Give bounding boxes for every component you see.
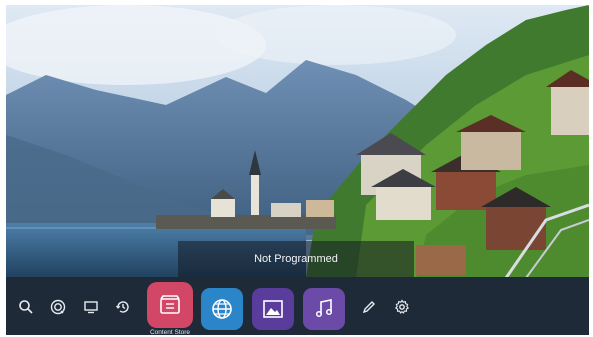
music-tile[interactable] — [303, 288, 345, 330]
live-tv-button[interactable] — [48, 297, 68, 317]
landscape-illustration — [6, 5, 589, 278]
photo-video-tile[interactable] — [252, 288, 294, 330]
web-browser-tile[interactable] — [201, 288, 243, 330]
content-store-label: Content Store — [149, 329, 191, 336]
history-icon — [116, 301, 129, 313]
content-store-tile[interactable] — [147, 282, 193, 328]
pencil-icon — [362, 301, 375, 314]
launcher-bar: Content Store — [6, 277, 589, 336]
monitor-icon — [84, 301, 98, 314]
channel-status-banner: Not Programmed — [178, 241, 414, 277]
music-note-icon — [315, 299, 333, 318]
image-icon — [263, 300, 283, 318]
tv-home-screen: Not Programmed Content Store — [0, 0, 593, 337]
wallpaper-image — [6, 5, 589, 278]
input-button[interactable] — [81, 297, 101, 317]
globe-icon — [212, 299, 232, 319]
live-tv-icon — [50, 299, 66, 315]
edit-button[interactable] — [359, 297, 379, 317]
recent-button[interactable] — [113, 297, 133, 317]
settings-button[interactable] — [392, 297, 412, 317]
store-icon — [160, 295, 180, 314]
gear-icon — [394, 299, 410, 314]
search-button[interactable] — [16, 297, 36, 317]
search-icon — [19, 300, 33, 314]
